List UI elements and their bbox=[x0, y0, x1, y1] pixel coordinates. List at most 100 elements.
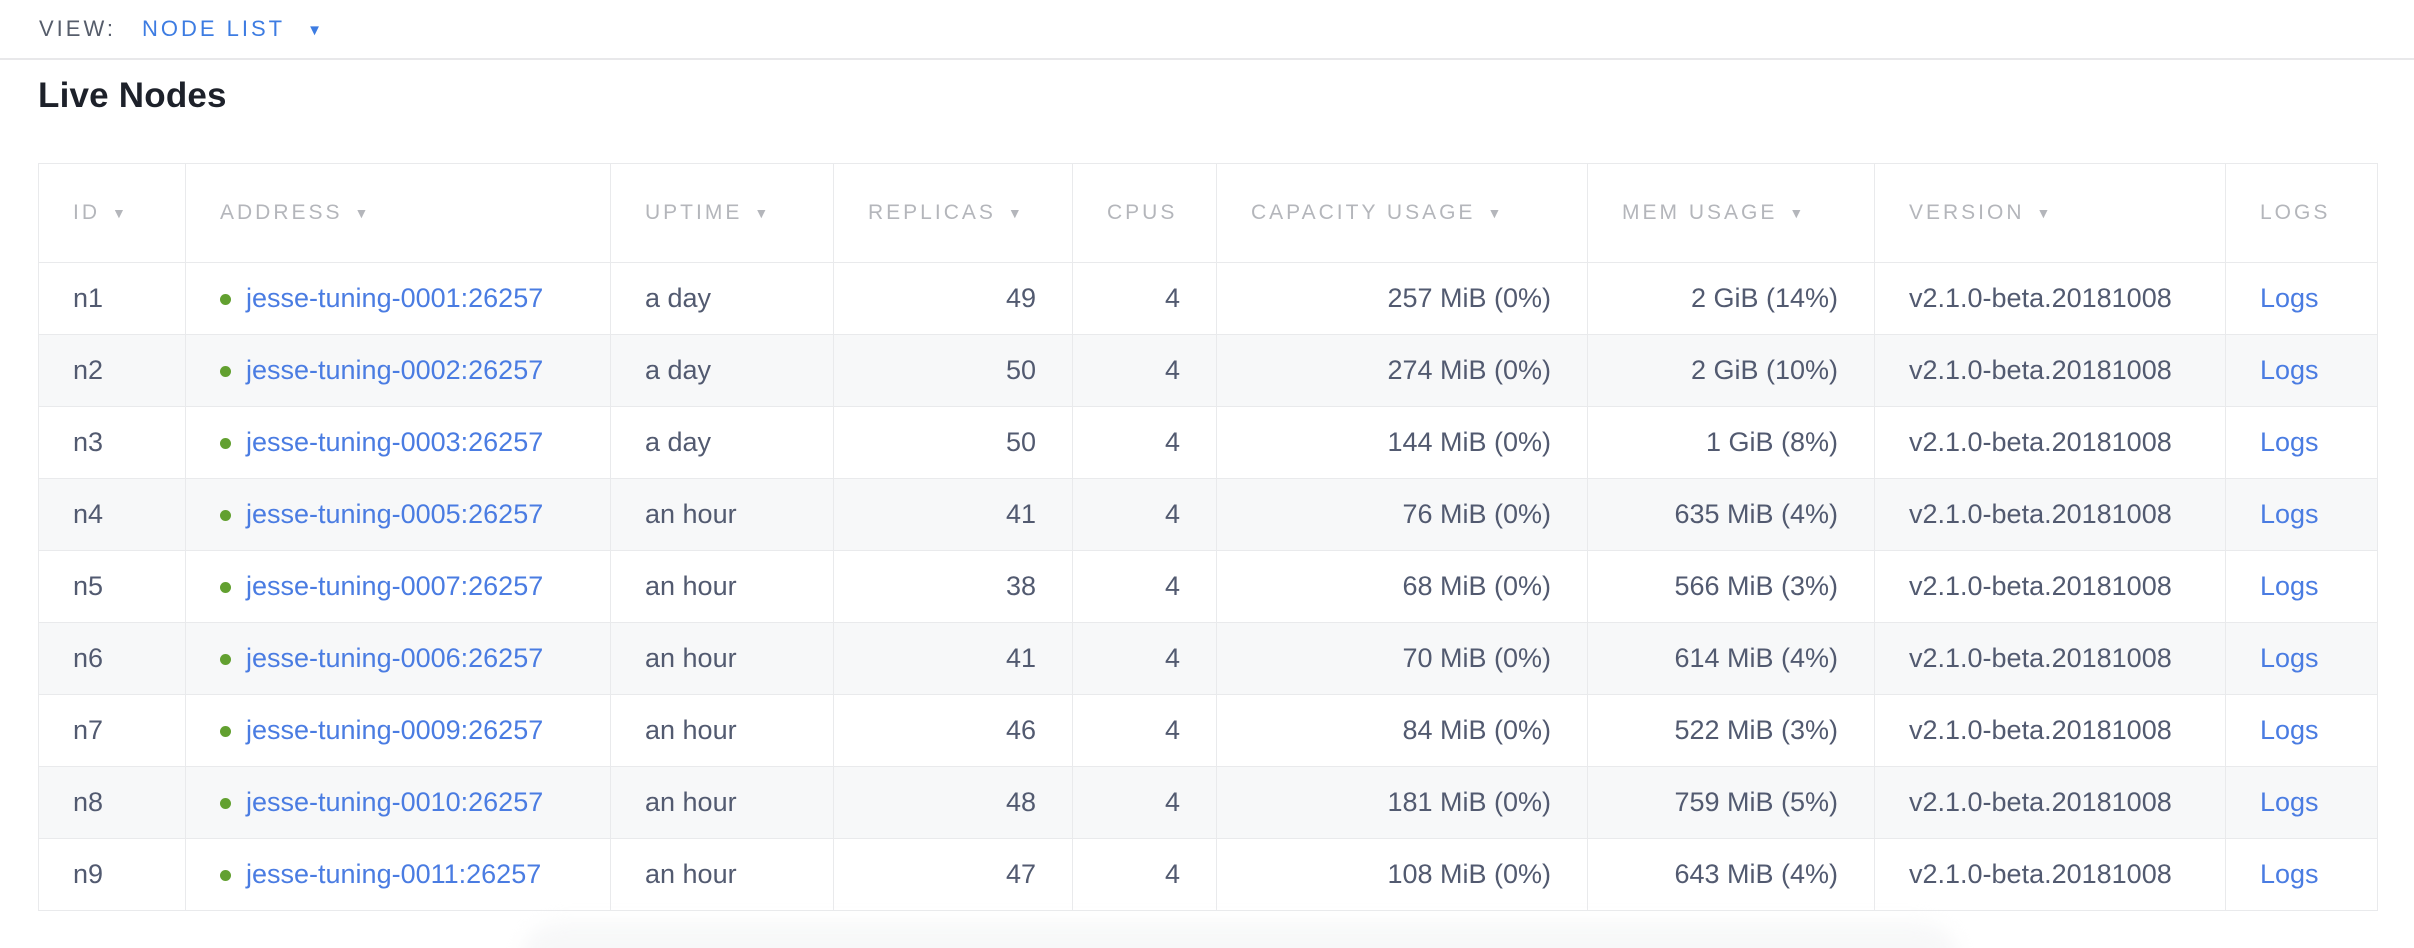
node-logs-cell: Logs bbox=[2226, 407, 2378, 479]
column-header-label: VERSION bbox=[1909, 201, 2025, 224]
sort-arrow-icon: ▼ bbox=[355, 205, 372, 221]
column-header[interactable]: ADDRESS ▼ bbox=[186, 164, 611, 263]
node-mem-usage-cell: 759 MiB (5%) bbox=[1588, 767, 1875, 839]
column-header[interactable]: VERSION▼ bbox=[1875, 164, 2226, 263]
node-address-cell: jesse-tuning-0011:26257 bbox=[186, 839, 611, 911]
node-cpus-cell: 4 bbox=[1073, 839, 1217, 911]
node-address-link[interactable]: jesse-tuning-0010:26257 bbox=[246, 787, 543, 817]
node-replicas-cell: 47 bbox=[834, 839, 1073, 911]
node-address-link[interactable]: jesse-tuning-0007:26257 bbox=[246, 571, 543, 601]
node-cpus-cell: 4 bbox=[1073, 551, 1217, 623]
node-uptime-cell: an hour bbox=[611, 551, 834, 623]
node-cpus-cell: 4 bbox=[1073, 623, 1217, 695]
node-health-icon bbox=[220, 366, 231, 377]
node-uptime-cell: an hour bbox=[611, 623, 834, 695]
node-logs-cell: Logs bbox=[2226, 767, 2378, 839]
node-mem-usage-cell: 635 MiB (4%) bbox=[1588, 479, 1875, 551]
column-header-label: ID bbox=[73, 201, 100, 224]
column-header[interactable]: UPTIME▼ bbox=[611, 164, 834, 263]
node-id-cell: n2 bbox=[39, 335, 186, 407]
logs-link[interactable]: Logs bbox=[2260, 643, 2319, 673]
node-version-cell: v2.1.0-beta.20181008 bbox=[1875, 839, 2226, 911]
node-address-link[interactable]: jesse-tuning-0011:26257 bbox=[246, 859, 541, 889]
node-id-cell: n7 bbox=[39, 695, 186, 767]
table-body: n1 jesse-tuning-0001:26257 a day 49 4 25… bbox=[39, 263, 2378, 911]
column-header[interactable]: REPLICAS▼ bbox=[834, 164, 1073, 263]
node-health-icon bbox=[220, 438, 231, 449]
column-header[interactable]: CAPACITY USAGE▼ bbox=[1217, 164, 1588, 263]
node-replicas-cell: 46 bbox=[834, 695, 1073, 767]
node-address-cell: jesse-tuning-0001:26257 bbox=[186, 263, 611, 335]
table-row: n2 jesse-tuning-0002:26257 a day 50 4 27… bbox=[39, 335, 2378, 407]
node-address-link[interactable]: jesse-tuning-0009:26257 bbox=[246, 715, 543, 745]
node-mem-usage-cell: 1 GiB (8%) bbox=[1588, 407, 1875, 479]
logs-link[interactable]: Logs bbox=[2260, 715, 2319, 745]
node-capacity-usage-cell: 68 MiB (0%) bbox=[1217, 551, 1588, 623]
node-address-link[interactable]: jesse-tuning-0001:26257 bbox=[246, 283, 543, 313]
column-header[interactable]: MEM USAGE▼ bbox=[1588, 164, 1875, 263]
table-row: n8 jesse-tuning-0010:26257 an hour 48 4 … bbox=[39, 767, 2378, 839]
node-version-cell: v2.1.0-beta.20181008 bbox=[1875, 407, 2226, 479]
node-mem-usage-cell: 2 GiB (14%) bbox=[1588, 263, 1875, 335]
node-logs-cell: Logs bbox=[2226, 839, 2378, 911]
node-cpus-cell: 4 bbox=[1073, 407, 1217, 479]
node-health-icon bbox=[220, 510, 231, 521]
node-address-link[interactable]: jesse-tuning-0003:26257 bbox=[246, 427, 543, 457]
logs-link[interactable]: Logs bbox=[2260, 571, 2319, 601]
page-title: Live Nodes bbox=[38, 76, 227, 116]
node-uptime-cell: an hour bbox=[611, 839, 834, 911]
node-cpus-cell: 4 bbox=[1073, 263, 1217, 335]
node-address-link[interactable]: jesse-tuning-0002:26257 bbox=[246, 355, 543, 385]
node-health-icon bbox=[220, 726, 231, 737]
node-address-cell: jesse-tuning-0006:26257 bbox=[186, 623, 611, 695]
node-address-link[interactable]: jesse-tuning-0006:26257 bbox=[246, 643, 543, 673]
column-header-label: REPLICAS bbox=[868, 201, 996, 224]
node-uptime-cell: an hour bbox=[611, 767, 834, 839]
node-mem-usage-cell: 643 MiB (4%) bbox=[1588, 839, 1875, 911]
live-nodes-table: ID▼ ADDRESS▼ UPTIME▼ REPLICAS▼ CPUS▼ bbox=[38, 163, 2378, 911]
node-address-cell: jesse-tuning-0005:26257 bbox=[186, 479, 611, 551]
node-capacity-usage-cell: 274 MiB (0%) bbox=[1217, 335, 1588, 407]
node-uptime-cell: a day bbox=[611, 335, 834, 407]
logs-link[interactable]: Logs bbox=[2260, 283, 2319, 313]
node-cpus-cell: 4 bbox=[1073, 767, 1217, 839]
table-row: n5 jesse-tuning-0007:26257 an hour 38 4 … bbox=[39, 551, 2378, 623]
node-id-cell: n6 bbox=[39, 623, 186, 695]
node-address-cell: jesse-tuning-0007:26257 bbox=[186, 551, 611, 623]
node-version-cell: v2.1.0-beta.20181008 bbox=[1875, 623, 2226, 695]
view-label: VIEW: bbox=[39, 16, 116, 42]
sort-arrow-icon: ▼ bbox=[754, 205, 771, 221]
logs-link[interactable]: Logs bbox=[2260, 499, 2319, 529]
node-replicas-cell: 49 bbox=[834, 263, 1073, 335]
node-id-cell: n1 bbox=[39, 263, 186, 335]
node-replicas-cell: 48 bbox=[834, 767, 1073, 839]
node-mem-usage-cell: 2 GiB (10%) bbox=[1588, 335, 1875, 407]
node-version-cell: v2.1.0-beta.20181008 bbox=[1875, 479, 2226, 551]
table-row: n4 jesse-tuning-0005:26257 an hour 41 4 … bbox=[39, 479, 2378, 551]
table-row: n6 jesse-tuning-0006:26257 an hour 41 4 … bbox=[39, 623, 2378, 695]
node-address-link[interactable]: jesse-tuning-0005:26257 bbox=[246, 499, 543, 529]
node-cpus-cell: 4 bbox=[1073, 335, 1217, 407]
node-id-cell: n4 bbox=[39, 479, 186, 551]
logs-link[interactable]: Logs bbox=[2260, 859, 2319, 889]
node-replicas-cell: 38 bbox=[834, 551, 1073, 623]
node-health-icon bbox=[220, 654, 231, 665]
node-capacity-usage-cell: 108 MiB (0%) bbox=[1217, 839, 1588, 911]
view-selector-dropdown[interactable]: NODE LIST ▼ bbox=[142, 16, 322, 42]
column-header-label: LOGS bbox=[2260, 201, 2330, 224]
logs-link[interactable]: Logs bbox=[2260, 427, 2319, 457]
column-header-label: ADDRESS bbox=[220, 201, 343, 224]
node-version-cell: v2.1.0-beta.20181008 bbox=[1875, 695, 2226, 767]
node-logs-cell: Logs bbox=[2226, 623, 2378, 695]
logs-link[interactable]: Logs bbox=[2260, 355, 2319, 385]
node-logs-cell: Logs bbox=[2226, 263, 2378, 335]
node-health-icon bbox=[220, 870, 231, 881]
node-version-cell: v2.1.0-beta.20181008 bbox=[1875, 263, 2226, 335]
node-uptime-cell: an hour bbox=[611, 479, 834, 551]
column-header[interactable]: ID▼ bbox=[39, 164, 186, 263]
node-id-cell: n8 bbox=[39, 767, 186, 839]
node-uptime-cell: an hour bbox=[611, 695, 834, 767]
below-fold-element-shadow bbox=[520, 922, 1960, 948]
logs-link[interactable]: Logs bbox=[2260, 787, 2319, 817]
node-id-cell: n5 bbox=[39, 551, 186, 623]
